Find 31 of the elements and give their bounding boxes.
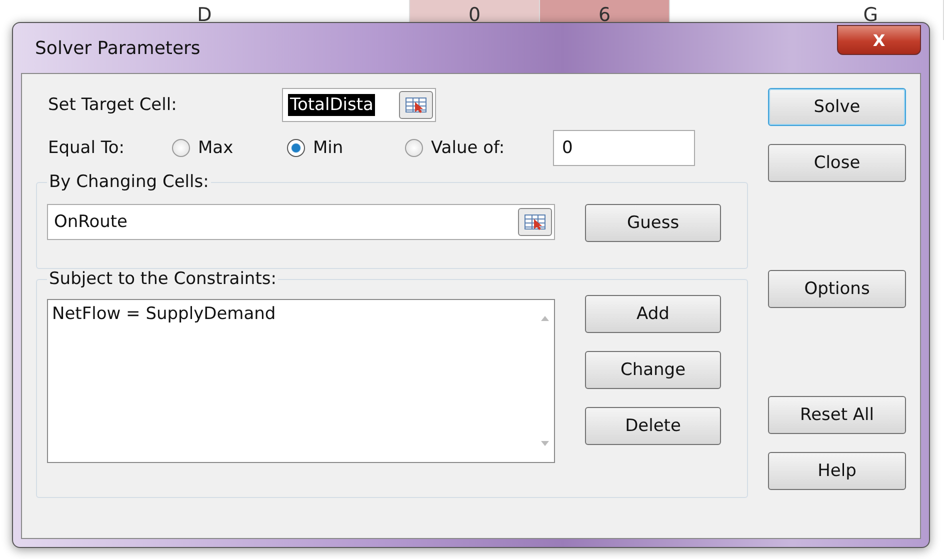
radio-option[interactable]: Min xyxy=(287,138,405,158)
range-picker-icon[interactable] xyxy=(518,208,552,236)
group-label: Subject to the Constraints: xyxy=(48,269,278,289)
radio-option[interactable]: Max xyxy=(172,138,287,158)
radio-option[interactable]: Value of: xyxy=(405,138,553,158)
changing-cells-field[interactable]: OnRoute xyxy=(47,204,555,240)
constraint-button[interactable]: Change xyxy=(585,351,721,389)
dialog-button[interactable]: Close xyxy=(768,144,906,182)
constraints-list[interactable]: NetFlow = SupplyDemand xyxy=(47,299,555,463)
dialog-button[interactable]: Options xyxy=(768,270,906,308)
dialog-button[interactable]: Solve xyxy=(768,88,906,126)
constraint-button[interactable]: Add xyxy=(585,295,721,333)
column-header: 0 xyxy=(468,4,481,26)
column-header: 6 xyxy=(598,4,611,26)
dialog-button[interactable]: Help xyxy=(768,452,906,490)
value-field[interactable]: 0 xyxy=(553,130,695,166)
window-close-button[interactable]: X xyxy=(837,25,921,55)
constraint-item[interactable]: NetFlow = SupplyDemand xyxy=(52,304,532,324)
field-label: Set Target Cell: xyxy=(47,95,178,115)
group-label: By Changing Cells: xyxy=(48,172,210,192)
dialog-button[interactable]: Reset All xyxy=(768,396,906,434)
target-cell-field[interactable]: TotalDista xyxy=(282,88,436,122)
column-header: D xyxy=(197,4,212,26)
scroll-up-icon[interactable] xyxy=(540,314,550,322)
window-title: Solver Parameters xyxy=(35,38,200,58)
range-picker-icon[interactable] xyxy=(399,91,433,119)
constraint-button[interactable]: Delete xyxy=(585,407,721,445)
column-header: G xyxy=(863,4,878,26)
field-label: Equal To: xyxy=(47,138,126,158)
scroll-down-icon[interactable] xyxy=(540,440,550,448)
guess-button[interactable]: Guess xyxy=(585,204,721,242)
